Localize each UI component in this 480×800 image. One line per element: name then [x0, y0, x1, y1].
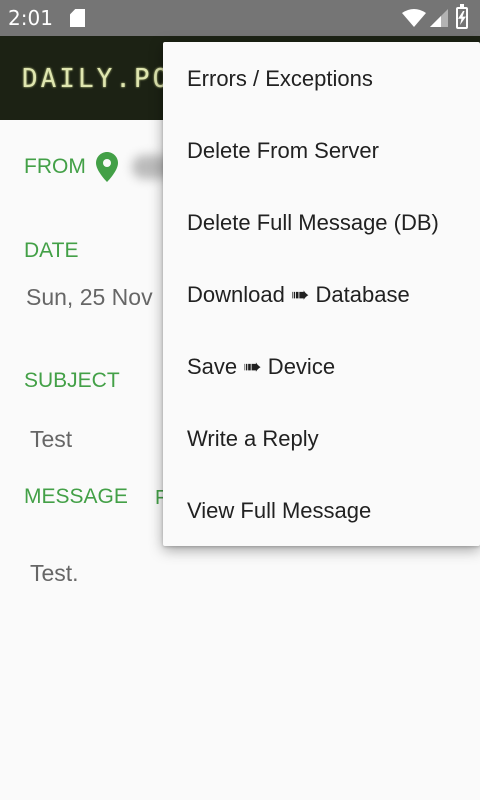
- subject-value: Test: [30, 426, 73, 452]
- menu-item-delete-from-server[interactable]: Delete From Server: [163, 115, 480, 187]
- subject-label: SUBJECT: [24, 369, 120, 392]
- date-value: Sun, 25 Nov: [26, 284, 153, 310]
- location-pin-icon[interactable]: [96, 152, 118, 182]
- app-title: DAILY.PO: [22, 64, 172, 94]
- message-value: Test.: [30, 560, 79, 586]
- menu-item-view-full-message[interactable]: View Full Message: [163, 475, 480, 547]
- date-label: DATE: [24, 239, 79, 262]
- from-label: FROM: [24, 155, 86, 178]
- status-time: 2:01: [8, 6, 53, 30]
- menu-item-write-reply[interactable]: Write a Reply: [163, 403, 480, 475]
- menu-item-download-database[interactable]: Download ➠ Database: [163, 259, 480, 331]
- menu-item-errors-exceptions[interactable]: Errors / Exceptions: [163, 43, 480, 115]
- charging-bolt-icon: [458, 11, 466, 25]
- status-bar: 2:01: [0, 0, 480, 36]
- menu-item-save-device[interactable]: Save ➠ Device: [163, 331, 480, 403]
- menu-item-delete-full-message[interactable]: Delete Full Message (DB): [163, 187, 480, 259]
- overflow-menu: Errors / Exceptions Delete From Server D…: [163, 42, 480, 546]
- battery-charging-icon: [456, 4, 468, 29]
- message-label: MESSAGE: [24, 485, 128, 508]
- signal-icon: [430, 9, 448, 27]
- wifi-icon: [402, 9, 426, 27]
- sd-card-icon: [70, 9, 85, 27]
